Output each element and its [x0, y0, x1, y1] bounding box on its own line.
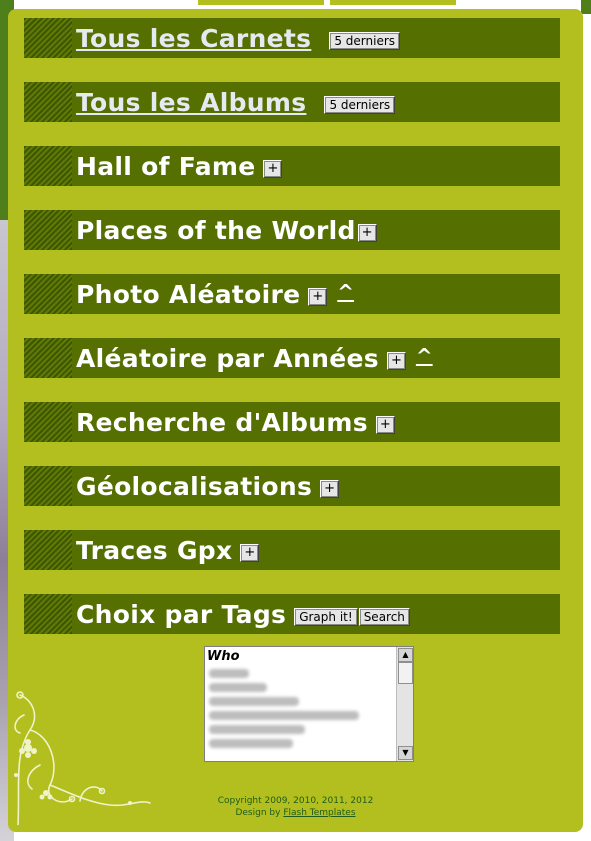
- redacted-option[interactable]: [209, 697, 299, 706]
- graph-it-button[interactable]: Graph it!: [294, 608, 358, 626]
- last-five-notebooks-button[interactable]: 5 derniers: [329, 32, 401, 50]
- top-tab-edge: [330, 0, 456, 5]
- scroll-thumb[interactable]: [398, 662, 413, 684]
- bar-stripes: [24, 210, 72, 250]
- bar-stripes: [24, 338, 72, 378]
- geolocation-expand-button[interactable]: +: [320, 480, 340, 498]
- background-corner: [581, 0, 591, 14]
- redacted-option[interactable]: [209, 711, 359, 720]
- menu-bar-tags: Choix par Tags Graph it! Search: [24, 594, 560, 634]
- footer-copyright: Copyright 2009, 2010, 2011, 2012: [8, 796, 583, 806]
- random-by-year-expand-button[interactable]: +: [386, 352, 406, 370]
- bar-stripes: [24, 18, 72, 58]
- redacted-option[interactable]: [209, 725, 305, 734]
- random-photo-expand-button[interactable]: +: [308, 288, 328, 306]
- geolocation-title: Géolocalisations: [76, 471, 313, 501]
- menu-bar-random-photo: Photo Aléatoire + ^: [24, 274, 560, 314]
- all-albums-link[interactable]: Tous les Albums: [76, 88, 306, 117]
- menu-bar-hall-of-fame: Hall of Fame +: [24, 146, 560, 186]
- random-by-year-title: Aléatoire par Années: [76, 343, 379, 373]
- redacted-option[interactable]: [209, 739, 293, 748]
- footer-design: Design by Flash Templates: [8, 808, 583, 818]
- tags-choice-title: Choix par Tags: [76, 599, 287, 629]
- bar-stripes: [24, 402, 72, 442]
- scroll-up-icon[interactable]: ▲: [398, 648, 413, 662]
- random-photo-top-link[interactable]: ^: [337, 280, 354, 304]
- menu-bar-geolocation: Géolocalisations +: [24, 466, 560, 506]
- bar-stripes: [24, 594, 72, 634]
- bar-stripes: [24, 82, 72, 122]
- hall-of-fame-title: Hall of Fame: [76, 151, 256, 181]
- copyright-text: Copyright 2009, 2010, 2011, 2012: [217, 796, 374, 806]
- menu-bar-random-by-year: Aléatoire par Années + ^: [24, 338, 560, 378]
- listbox-header: Who: [207, 649, 240, 664]
- design-by-text: Design by: [235, 808, 281, 818]
- menu-bar-gpx: Traces Gpx +: [24, 530, 560, 570]
- hall-of-fame-expand-button[interactable]: +: [263, 160, 283, 178]
- places-expand-button[interactable]: +: [357, 224, 377, 242]
- tags-listbox[interactable]: Who ▲ ▼: [204, 646, 414, 762]
- bar-stripes: [24, 530, 72, 570]
- bar-stripes: [24, 466, 72, 506]
- all-notebooks-link[interactable]: Tous les Carnets: [76, 24, 311, 53]
- redacted-option[interactable]: [209, 683, 267, 692]
- random-by-year-top-link[interactable]: ^: [416, 344, 433, 368]
- bar-stripes: [24, 274, 72, 314]
- gpx-traces-title: Traces Gpx: [76, 535, 233, 565]
- tag-search-button[interactable]: Search: [358, 608, 410, 626]
- menu-bar-places: Places of the World +: [24, 210, 560, 250]
- places-of-world-title: Places of the World: [76, 215, 356, 245]
- album-search-title: Recherche d'Albums: [76, 407, 368, 437]
- menu-bar-album-search: Recherche d'Albums +: [24, 402, 560, 442]
- bar-stripes: [24, 146, 72, 186]
- menu-bar-carnets: Tous les Carnets 5 derniers: [24, 18, 560, 58]
- last-five-albums-button[interactable]: 5 derniers: [324, 96, 396, 114]
- listbox-scrollbar[interactable]: ▲ ▼: [396, 647, 413, 761]
- scroll-down-icon[interactable]: ▼: [398, 746, 413, 760]
- redacted-option[interactable]: [209, 669, 249, 678]
- menu-bar-albums: Tous les Albums 5 derniers: [24, 82, 560, 122]
- gpx-expand-button[interactable]: +: [240, 544, 260, 562]
- album-search-expand-button[interactable]: +: [375, 416, 395, 434]
- random-photo-title: Photo Aléatoire: [76, 279, 301, 309]
- top-tab-edge: [198, 0, 324, 5]
- flash-templates-link[interactable]: Flash Templates: [283, 808, 355, 818]
